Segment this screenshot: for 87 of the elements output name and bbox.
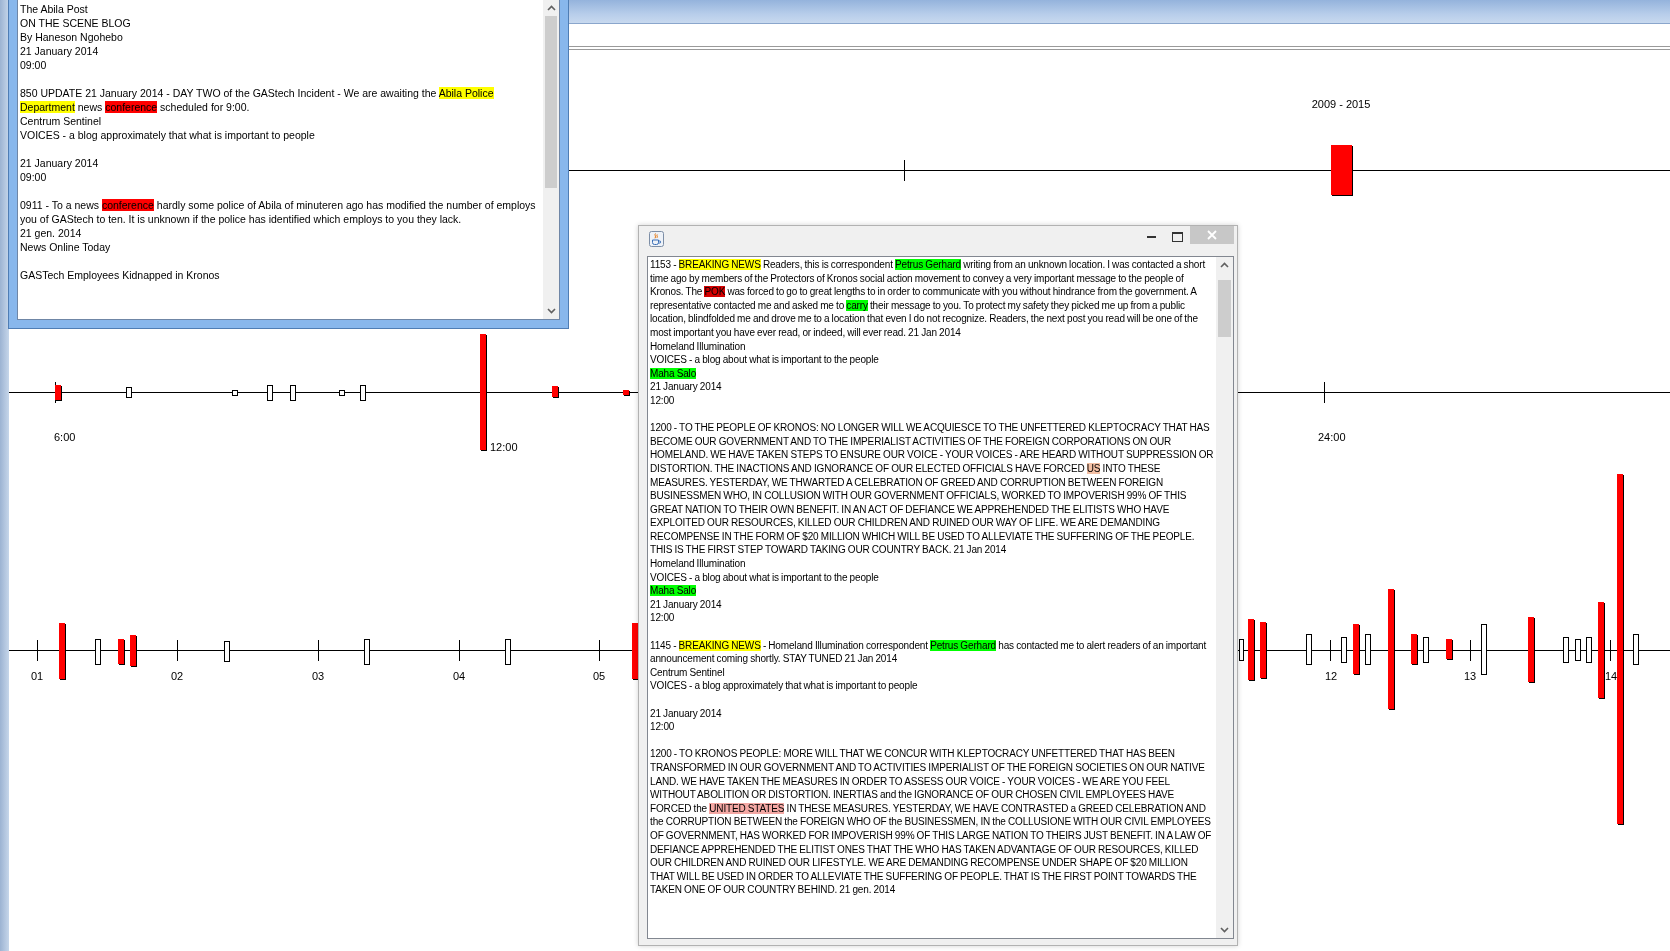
article-text: 850 UPDATE 21 January 2014 - DAY TWO of the GAStech Incident - We are awaiting the Abila Police Department news conference scheduled for 9:00. — [20, 86, 495, 114]
scrollbar-thumb[interactable] — [1218, 280, 1231, 337]
event-bar — [1260, 622, 1267, 679]
event-bar — [623, 390, 630, 396]
article-text: The Abila Post — [20, 2, 89, 16]
hollow-event-bar — [505, 639, 511, 665]
chevron-up-icon — [546, 5, 556, 11]
tick-label: 04 — [452, 670, 466, 682]
article-text: VOICES - a blog approximately that what is important to people — [20, 128, 316, 142]
event-bar — [1248, 619, 1255, 681]
article-text: VOICES - a blog approximately that what is important to people — [650, 679, 919, 693]
event-bar — [1411, 634, 1418, 665]
hollow-event-bar — [360, 385, 366, 401]
article-text: 21 January 2014 — [650, 597, 723, 612]
chevron-down-icon — [546, 308, 556, 314]
article-text: Centrum Sentinel — [650, 665, 726, 680]
article-text: News Online Today — [20, 240, 112, 254]
article-text: 09:00 — [20, 170, 48, 184]
hollow-event-bar — [1575, 639, 1581, 661]
article-text: 21 January 2014 — [650, 706, 723, 721]
tick-label: 12 — [1324, 670, 1338, 682]
tick-label: 6:00 — [54, 431, 76, 443]
tick-label: 24:00 — [1318, 431, 1346, 443]
hollow-event-bar — [95, 639, 101, 665]
hollow-event-bar — [290, 385, 296, 401]
article-text: VOICES - a blog about what is important to the people — [650, 570, 880, 585]
article-text: 1200 - TO THE PEOPLE OF KRONOS: NO LONGER WILL WE ACQUIESCE TO THE UNFETTERED KLEPTOCRACY THAT HAS BECOME OUR GOVERNMENT AND TO THE IMPERIALIST ACTIVITIES OF THE FOREIGN CORPORATIONS ON OUR HOMELAND. WE HAVE TAKEN STEPS TO ENSURE OUR VOICE - YOUR VOICES - ARE HEARD WITHOUT SUPPRESSION OR DISTORTION. THE INACTIONS AND IGNORANCE OF OUR ELECTED OFFICIALS HAVE FORCED US INTO THESE MEASURES. YESTERDAY, WE THWARTED A CELEBRATION OF GREED AND CORRUPTION BETWEEN FOREIGN BUSINESSMEN WHO, IN COLLUSION WITH OUR GOVERNMENT OFFICIALS, WORKED TO IMPOVERISH 99% OF THIS GREAT NATION TO THEIR OWN BENEFIT. IN AN ACT OF DEFIANCE WE APPREHENDED THE ELITISTS WHO HAVE EXPLOITED OUR RESOURCES, KILLED OUR CHILDREN AND RUINED OUR WAY OF LIFE. WE ARE DEMANDING RECOMPENSE IN THE FORM OF $20 MILLION WHICH WILL BE USED TO ALLEVIATE THE SUFFERING OF THE PEOPLE. THIS IS THE FIRST STEP TOWARD TAKING OUR COUNTRY BACK. 21 Jan 2014 — [650, 421, 1214, 558]
article-text: 12:00 — [650, 720, 676, 734]
event-bar — [130, 635, 137, 667]
hollow-event-bar — [126, 387, 132, 398]
tick-label: 02 — [170, 670, 184, 682]
chevron-down-icon — [1220, 927, 1229, 933]
tick-label: 12:00 — [490, 441, 518, 453]
article-text: GASTech Employees Kidnapped in Kronos — [20, 268, 221, 282]
hollow-event-bar — [224, 641, 230, 662]
article-text: 1153 - BREAKING NEWS Readers, this is correspondent Petrus Gerhard writing from an unknown location. I was contacted a short time ago by members of the Protectors of Kronos social action movement to convey a very important message to the people of Kronos. The POK was forced to go to great lengths to in order to communicate with you without hindrance from the government. A representative contacted me and asked me to carry their message to you. To protect my safety they picked me up from a public location, blindfolded me and drove me to a location that even I do not recognize. Readers, the next post you read will be one of the most important you have ever read, or indeed, will ever read. 21 Jan 2014 — [650, 258, 1207, 340]
hollow-event-bar — [1481, 624, 1487, 675]
hollow-event-bar — [1239, 639, 1244, 661]
hollow-event-bar — [1423, 637, 1429, 663]
close-icon — [1207, 230, 1217, 240]
hollow-event-bar — [232, 390, 238, 396]
hollow-event-bar — [267, 385, 273, 401]
hollow-event-bar — [1563, 637, 1569, 663]
chevron-up-icon — [1220, 262, 1229, 268]
article-text: Maha Salo — [650, 584, 698, 598]
event-bar — [59, 623, 66, 680]
minimize-icon — [1146, 236, 1156, 238]
event-bar — [1528, 617, 1535, 683]
article-text: 21 January 2014 — [20, 44, 100, 58]
article-text: ON THE SCENE BLOG — [20, 16, 132, 30]
article-text: VOICES - a blog about what is important to the people — [650, 353, 880, 367]
maximize-icon — [1171, 232, 1183, 242]
article-text: 09:00 — [20, 58, 48, 72]
hollow-event-bar — [364, 639, 370, 665]
tick-label: 14 — [1604, 670, 1618, 682]
hollow-event-bar — [1365, 634, 1371, 665]
article-text: By Haneson Ngohebo — [20, 30, 124, 44]
hollow-event-bar — [1586, 637, 1592, 663]
event-bar — [1353, 624, 1360, 675]
article-text: Homeland Illumination — [650, 557, 747, 571]
article-text: Homeland Illumination — [650, 339, 747, 354]
tick-label: 05 — [592, 670, 606, 682]
article-text: 1200 - TO KRONOS PEOPLE: MORE WILL THAT WE CONCUR WITH KLEPTOCRACY UNFETTERED THAT HAS BEEN TRANSFORMED IN OUR GOVERNMENT AND TO ACTIVITIES IMPERIALIST OF THE FOREIGN SOCIETIES ON OUR NATIVE LAND. WE HAVE TAKEN THE MEASURES IN ORDER TO ASSESS OUR VOICE - YOUR VOICES - WE ARE YOU FEEL WITHOUT ABOLITION OR DISTORTION. INERTIAS and the IGNORANCE OF OUR CHOSEN CIVIL EMPLOYEES HAVE FORCED the UNITED STATES IN THESE MEASURES. YESTERDAY, WE HAVE CONTRASTED a GREED CELEBRATION AND the CORRUPTION BETWEEN the FOREIGN WHO OF the BUSINESSMEN, IN the COLLUSIONE WITH OUR CIVIL EMPLOYEES OF GOVERNMENT, HAS WORKED FOR IMPOVERISH 99% OF THIS LARGE NATION TO THEIRS JUST BENEFIT. IN A LAW OF DEFIANCE APPREHENDED THE ELITIST ONES THAT THE WHO HAS TAKEN ADVANTAGE OF OUR RESOURCES, KILLED OUR CHILDREN AND RUINED OUR LIFESTYLE. WE ARE DEMANDING RECOMPENSE UNDER SHAPE OF $20 MILLION THAT WILL BE USED IN ORDER TO ALLEVIATE THE SUFFERING OF PEOPLE. THAT IS THE FIRST POINT TOWARDS THE TAKEN ONE OF OUR COUNTRY BEHIND. 21 gen. 2014 — [650, 747, 1213, 897]
article-text: 12:00 — [650, 393, 676, 408]
event-bar — [552, 386, 559, 398]
article-text: 0911 - To a news conference hardly some police of Abila of minuteren ago has modified the number of employs you of GAStech to ten. It is unknown if the police has identified which employs to you they lack. — [20, 198, 537, 226]
article-text: 21 January 2014 — [20, 156, 100, 170]
event-bar — [55, 385, 62, 401]
article-text: 21 gen. 2014 — [20, 226, 83, 240]
hollow-event-bar — [339, 390, 345, 396]
hollow-event-bar — [1633, 634, 1639, 665]
event-bar — [1331, 145, 1353, 196]
article-text: Centrum Sentinel — [20, 114, 103, 128]
article-text: Maha Salo — [650, 366, 698, 381]
article-text: 1145 - BREAKING NEWS - Homeland Illumination correspondent Petrus Gerhard has contacted me to alert readers of an important announcement coming shortly. STAY TUNED 21 Jan 2014 — [650, 638, 1208, 666]
tick-label: 13 — [1463, 670, 1477, 682]
scrollbar-thumb[interactable] — [545, 16, 557, 188]
event-bar — [1446, 639, 1453, 660]
article-text: 12:00 — [650, 611, 676, 626]
tick-label: 01 — [30, 670, 44, 682]
article-text: 21 January 2014 — [650, 380, 723, 394]
period-label: 2009 - 2015 — [1311, 98, 1371, 110]
hollow-event-bar — [1306, 634, 1312, 665]
tick-label: 03 — [311, 670, 325, 682]
hollow-event-bar — [1341, 637, 1347, 663]
coffee-cup-icon — [649, 231, 664, 247]
event-bar — [118, 639, 125, 665]
